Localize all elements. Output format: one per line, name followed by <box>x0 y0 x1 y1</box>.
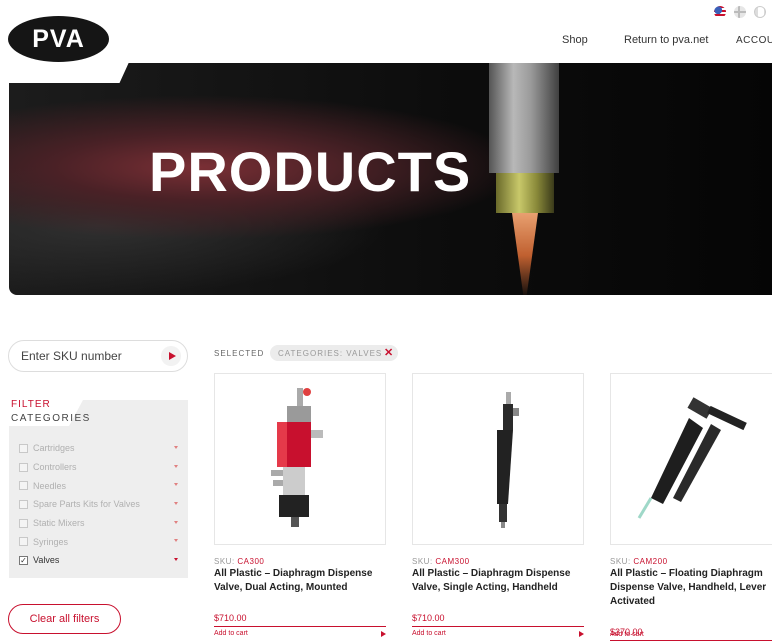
selected-label: SELECTED <box>214 349 265 358</box>
sku-prefix: SKU: <box>214 557 238 566</box>
product-image[interactable] <box>214 373 386 545</box>
sku-value: CAM200 <box>633 557 668 566</box>
chevron-down-icon[interactable] <box>174 446 178 449</box>
chevron-down-icon[interactable] <box>174 539 178 543</box>
category-item-static-mixers[interactable]: Static Mixers <box>19 514 183 533</box>
close-icon[interactable]: ✕ <box>384 346 394 359</box>
hero-banner: PRODUCTS <box>9 63 772 295</box>
category-item-valves[interactable]: ✓ Valves <box>19 551 183 570</box>
chevron-down-icon[interactable] <box>174 483 178 487</box>
categories-heading: CATEGORIES <box>11 413 91 424</box>
language-switcher <box>714 6 766 18</box>
product-sku: SKU: CA300 <box>214 557 264 566</box>
hero-nozzle-tip <box>496 173 554 213</box>
us-flag-icon[interactable] <box>714 6 726 18</box>
hero-beam <box>512 213 538 295</box>
category-label: Spare Parts Kits for Valves <box>33 499 140 510</box>
product-sku: SKU: CAM200 <box>610 557 668 566</box>
product-image[interactable] <box>412 373 584 545</box>
chevron-down-icon[interactable] <box>174 520 178 524</box>
product-card[interactable]: SKU: CAM200 All Plastic – Floating Diaph… <box>610 373 772 641</box>
page-title: PRODUCTS <box>149 140 472 203</box>
add-to-cart-link[interactable]: Add to cart <box>214 630 248 637</box>
clear-filters-button[interactable]: Clear all filters <box>8 604 121 634</box>
pva-logo[interactable]: PVA <box>8 16 109 62</box>
nav-account[interactable]: ACCOUNT <box>736 35 772 46</box>
category-label: Cartridges <box>33 443 75 454</box>
logo-text: PVA <box>32 24 85 53</box>
category-label: Controllers <box>33 462 77 473</box>
hero-nozzle <box>489 63 559 173</box>
product-name[interactable]: All Plastic – Diaphragm Dispense Valve, … <box>214 567 389 595</box>
category-label: Static Mixers <box>33 518 85 529</box>
nav-shop[interactable]: Shop <box>562 34 588 46</box>
checkbox-checked[interactable]: ✓ <box>19 555 28 565</box>
ca-flag-icon[interactable] <box>754 6 766 18</box>
sku-placeholder: Enter SKU number <box>21 349 122 363</box>
category-item-spare-parts[interactable]: Spare Parts Kits for Valves <box>19 495 183 514</box>
category-label: Valves <box>33 555 60 566</box>
arrow-right-icon[interactable] <box>381 631 386 637</box>
hero-notch <box>9 63 139 83</box>
add-to-cart-link[interactable]: Add to cart <box>610 631 644 638</box>
category-item-cartridges[interactable]: Cartridges <box>19 439 183 458</box>
category-label: Syringes <box>33 536 69 547</box>
checkbox[interactable] <box>19 499 28 509</box>
sku-search-input[interactable]: Enter SKU number <box>8 340 188 372</box>
product-image[interactable] <box>610 373 772 545</box>
chevron-down-icon[interactable] <box>174 558 178 562</box>
category-item-syringes[interactable]: Syringes <box>19 532 183 551</box>
checkbox[interactable] <box>19 518 28 528</box>
product-card[interactable]: SKU: CAM300 All Plastic – Diaphragm Disp… <box>412 373 584 637</box>
category-label: Needles <box>33 480 67 491</box>
no-flag-icon[interactable] <box>734 6 746 18</box>
product-card[interactable]: SKU: CA300 All Plastic – Diaphragm Dispe… <box>214 373 386 637</box>
product-name[interactable]: All Plastic – Floating Diaphragm Dispens… <box>610 567 772 609</box>
checkbox[interactable] <box>19 481 28 491</box>
chevron-down-icon[interactable] <box>174 464 178 468</box>
checkbox[interactable] <box>19 537 28 547</box>
checkbox[interactable] <box>19 462 28 472</box>
filter-heading: FILTER <box>11 399 51 410</box>
sku-submit-button[interactable] <box>161 346 181 366</box>
sku-prefix: SKU: <box>412 557 436 566</box>
product-price: $710.00 <box>412 613 445 623</box>
product-price: $710.00 <box>214 613 247 623</box>
category-item-controllers[interactable]: Controllers <box>19 458 183 477</box>
product-sku: SKU: CAM300 <box>412 557 470 566</box>
sku-value: CA300 <box>237 557 265 566</box>
sku-prefix: SKU: <box>610 557 634 566</box>
divider <box>214 626 386 627</box>
nav-return[interactable]: Return to pva.net <box>624 34 708 46</box>
arrow-right-icon[interactable] <box>579 631 584 637</box>
chip-label: CATEGORIES: VALVES <box>278 348 383 358</box>
add-to-cart-link[interactable]: Add to cart <box>412 630 446 637</box>
selected-filter-chip[interactable]: CATEGORIES: VALVES ✕ <box>270 345 399 361</box>
category-list: Cartridges Controllers Needles Spare Par… <box>19 439 183 570</box>
sku-value: CAM300 <box>435 557 470 566</box>
product-name[interactable]: All Plastic – Diaphragm Dispense Valve, … <box>412 567 587 595</box>
divider <box>412 626 584 627</box>
play-arrow-icon <box>168 352 176 360</box>
category-item-needles[interactable]: Needles <box>19 476 183 495</box>
chevron-down-icon[interactable] <box>174 502 178 506</box>
checkbox[interactable] <box>19 443 28 453</box>
